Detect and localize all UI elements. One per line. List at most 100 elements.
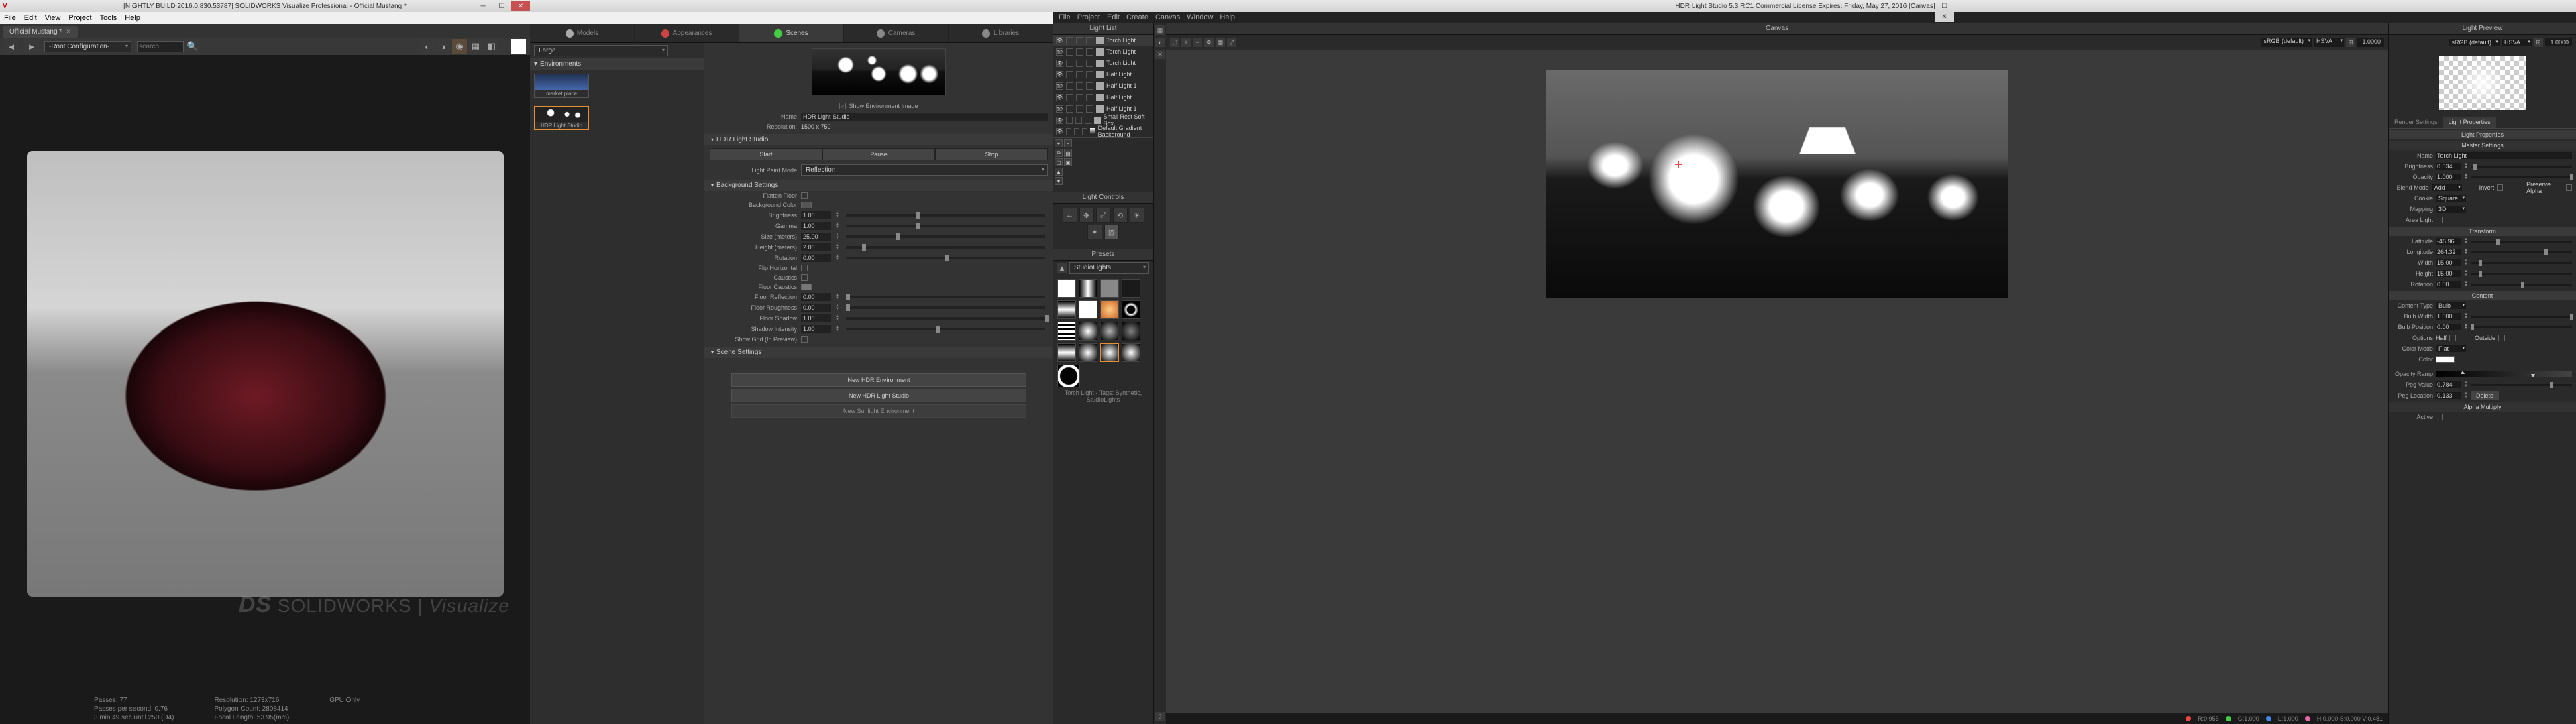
dup-light-icon[interactable]: ⧉ xyxy=(1055,149,1063,157)
peg-value-slider[interactable] xyxy=(2471,384,2572,386)
light-row[interactable]: Half Light xyxy=(1053,92,1153,103)
solo-icon[interactable] xyxy=(1066,37,1073,44)
brightness-input[interactable]: 1.00 xyxy=(801,211,831,219)
bulb-width-input[interactable]: 1.000 xyxy=(2436,313,2461,320)
section-hls[interactable]: HDR Light Studio xyxy=(704,134,1053,145)
render-mode-2-icon[interactable]: ◑ xyxy=(436,39,451,54)
tab-light-properties[interactable]: Light Properties xyxy=(2443,117,2496,128)
move-down-icon[interactable]: ▼ xyxy=(1055,177,1063,185)
move-up-icon[interactable]: ▲ xyxy=(1055,168,1063,176)
tf-height-input[interactable]: 15.00 xyxy=(2436,270,2461,277)
env-name-field[interactable]: HDR Light Studio xyxy=(801,113,1048,121)
shadow-int-slider[interactable] xyxy=(846,328,1045,330)
pan-icon[interactable]: ✥ xyxy=(1204,38,1214,47)
floor-shadow-slider[interactable] xyxy=(846,317,1045,320)
preview-exposure-input[interactable]: 1.0000 xyxy=(2545,38,2572,46)
menu-edit[interactable]: Edit xyxy=(24,14,37,22)
floor-reflect-slider[interactable] xyxy=(846,296,1045,298)
preset-thumb[interactable] xyxy=(1057,300,1076,319)
floor-reflect-input[interactable]: 0.00 xyxy=(801,293,831,301)
menu-file[interactable]: File xyxy=(4,14,16,22)
opacity-input[interactable]: 1.000 xyxy=(2436,174,2461,180)
preset-thumb[interactable] xyxy=(1100,279,1119,298)
floor-caustics-swatch[interactable] xyxy=(801,284,812,290)
lat-input[interactable]: -45.96 xyxy=(2436,238,2461,245)
light-row[interactable]: Torch Light xyxy=(1053,46,1153,58)
section-scene[interactable]: Scene Settings xyxy=(704,347,1053,358)
search-input[interactable] xyxy=(137,41,184,52)
zoom-fit-icon[interactable]: ⛶ xyxy=(1170,38,1179,47)
color-swatch[interactable] xyxy=(2436,356,2455,363)
close-button[interactable]: ✕ xyxy=(511,1,530,11)
environments-header[interactable]: ▾Environments xyxy=(530,58,704,70)
thumb-size-dropdown[interactable]: Large xyxy=(534,45,668,56)
opacity-slider[interactable] xyxy=(2471,176,2572,178)
new-hdr-env-button[interactable]: New HDR Environment xyxy=(731,373,1026,387)
menu-window[interactable]: Window xyxy=(1187,13,1213,21)
color-model-dropdown[interactable]: HSVA xyxy=(2314,38,2344,47)
peg-value-input[interactable]: 0.784 xyxy=(2436,381,2461,388)
floor-shadow-input[interactable]: 1.00 xyxy=(801,314,831,322)
light-name-input[interactable]: Torch Light xyxy=(2436,152,2572,159)
width-slider[interactable] xyxy=(2471,262,2572,264)
bg-color-swatch[interactable] xyxy=(801,202,812,208)
light-shape[interactable] xyxy=(1799,127,1855,154)
menu-file[interactable]: File xyxy=(1059,13,1071,21)
add-light-icon[interactable]: + xyxy=(1055,139,1063,147)
menu-tools[interactable]: Tools xyxy=(100,14,117,22)
tool-icon[interactable]: ◐ xyxy=(1155,38,1165,47)
show-grid-checkbox[interactable] xyxy=(801,336,808,343)
menu-project[interactable]: Project xyxy=(68,14,91,22)
move-tool-icon[interactable]: ↔ xyxy=(1063,208,1077,223)
preview-cm-dropdown[interactable]: HSVA xyxy=(2502,39,2532,46)
flip-h-checkbox[interactable] xyxy=(801,265,808,272)
menu-help[interactable]: Help xyxy=(125,14,140,22)
brightness-slider[interactable] xyxy=(846,214,1045,217)
new-hls-button[interactable]: New HDR Light Studio xyxy=(731,389,1026,402)
render-mode-1-icon[interactable]: ◐ xyxy=(420,39,435,54)
light-row[interactable]: Default Gradient Background xyxy=(1053,126,1153,137)
canvas-area[interactable] xyxy=(1166,50,2388,713)
aspect-icon[interactable] xyxy=(511,39,526,54)
link-icon[interactable]: ⊞ xyxy=(2534,38,2543,47)
env-thumb-market[interactable]: market place xyxy=(534,74,589,98)
flatten-floor-checkbox[interactable] xyxy=(801,192,808,199)
preset-thumb[interactable] xyxy=(1079,279,1097,298)
tab-models[interactable]: Models xyxy=(530,24,635,42)
stop-button[interactable]: Stop xyxy=(935,148,1048,160)
menu-create[interactable]: Create xyxy=(1126,13,1148,21)
render-mode-5-icon[interactable]: ◧ xyxy=(484,39,499,54)
preset-thumb[interactable] xyxy=(1100,343,1119,362)
menu-canvas[interactable]: Canvas xyxy=(1155,13,1180,21)
light-row[interactable]: Half Light 1 xyxy=(1053,80,1153,92)
grid-icon[interactable]: ▦ xyxy=(1216,38,1225,47)
half-checkbox[interactable] xyxy=(2449,335,2456,341)
history-back-icon[interactable]: ◄ xyxy=(4,39,19,54)
preset-thumb[interactable] xyxy=(1057,343,1076,362)
render-viewport[interactable]: DS SOLIDWORKS | Visualize xyxy=(0,55,530,692)
doc-tab[interactable]: Official Mustang * ✕ xyxy=(3,26,78,38)
bulb-pos-slider[interactable] xyxy=(2471,326,2572,328)
render-mode-4-icon[interactable]: ▦ xyxy=(468,39,483,54)
bulb-width-slider[interactable] xyxy=(2471,316,2572,318)
mapping-dropdown[interactable]: 3D xyxy=(2436,206,2466,213)
height-slider[interactable] xyxy=(846,246,1045,249)
lon-slider[interactable] xyxy=(2471,251,2572,253)
opacity-ramp[interactable] xyxy=(2436,371,2572,377)
size-slider[interactable] xyxy=(846,235,1045,238)
pause-button[interactable]: Pause xyxy=(822,148,935,160)
lat-slider[interactable] xyxy=(2471,241,2572,243)
preset-thumb[interactable] xyxy=(1079,300,1097,319)
menu-project[interactable]: Project xyxy=(1077,13,1100,21)
bulb-pos-input[interactable]: 0.00 xyxy=(2436,324,2461,330)
tab-libraries[interactable]: Libraries xyxy=(949,24,1053,42)
preset-thumb[interactable] xyxy=(1079,322,1097,341)
preset-category-dropdown[interactable]: StudioLights xyxy=(1069,262,1149,274)
search-icon[interactable]: 🔍 xyxy=(185,39,200,54)
snap-icon[interactable]: ✦ xyxy=(1087,225,1102,239)
preset-thumb[interactable] xyxy=(1100,300,1119,319)
hdr-canvas-image[interactable] xyxy=(1546,70,2008,298)
light-row[interactable]: Half Light xyxy=(1053,69,1153,80)
tab-render-settings[interactable]: Render Settings xyxy=(2389,117,2443,128)
height-input[interactable]: 2.00 xyxy=(801,243,831,251)
